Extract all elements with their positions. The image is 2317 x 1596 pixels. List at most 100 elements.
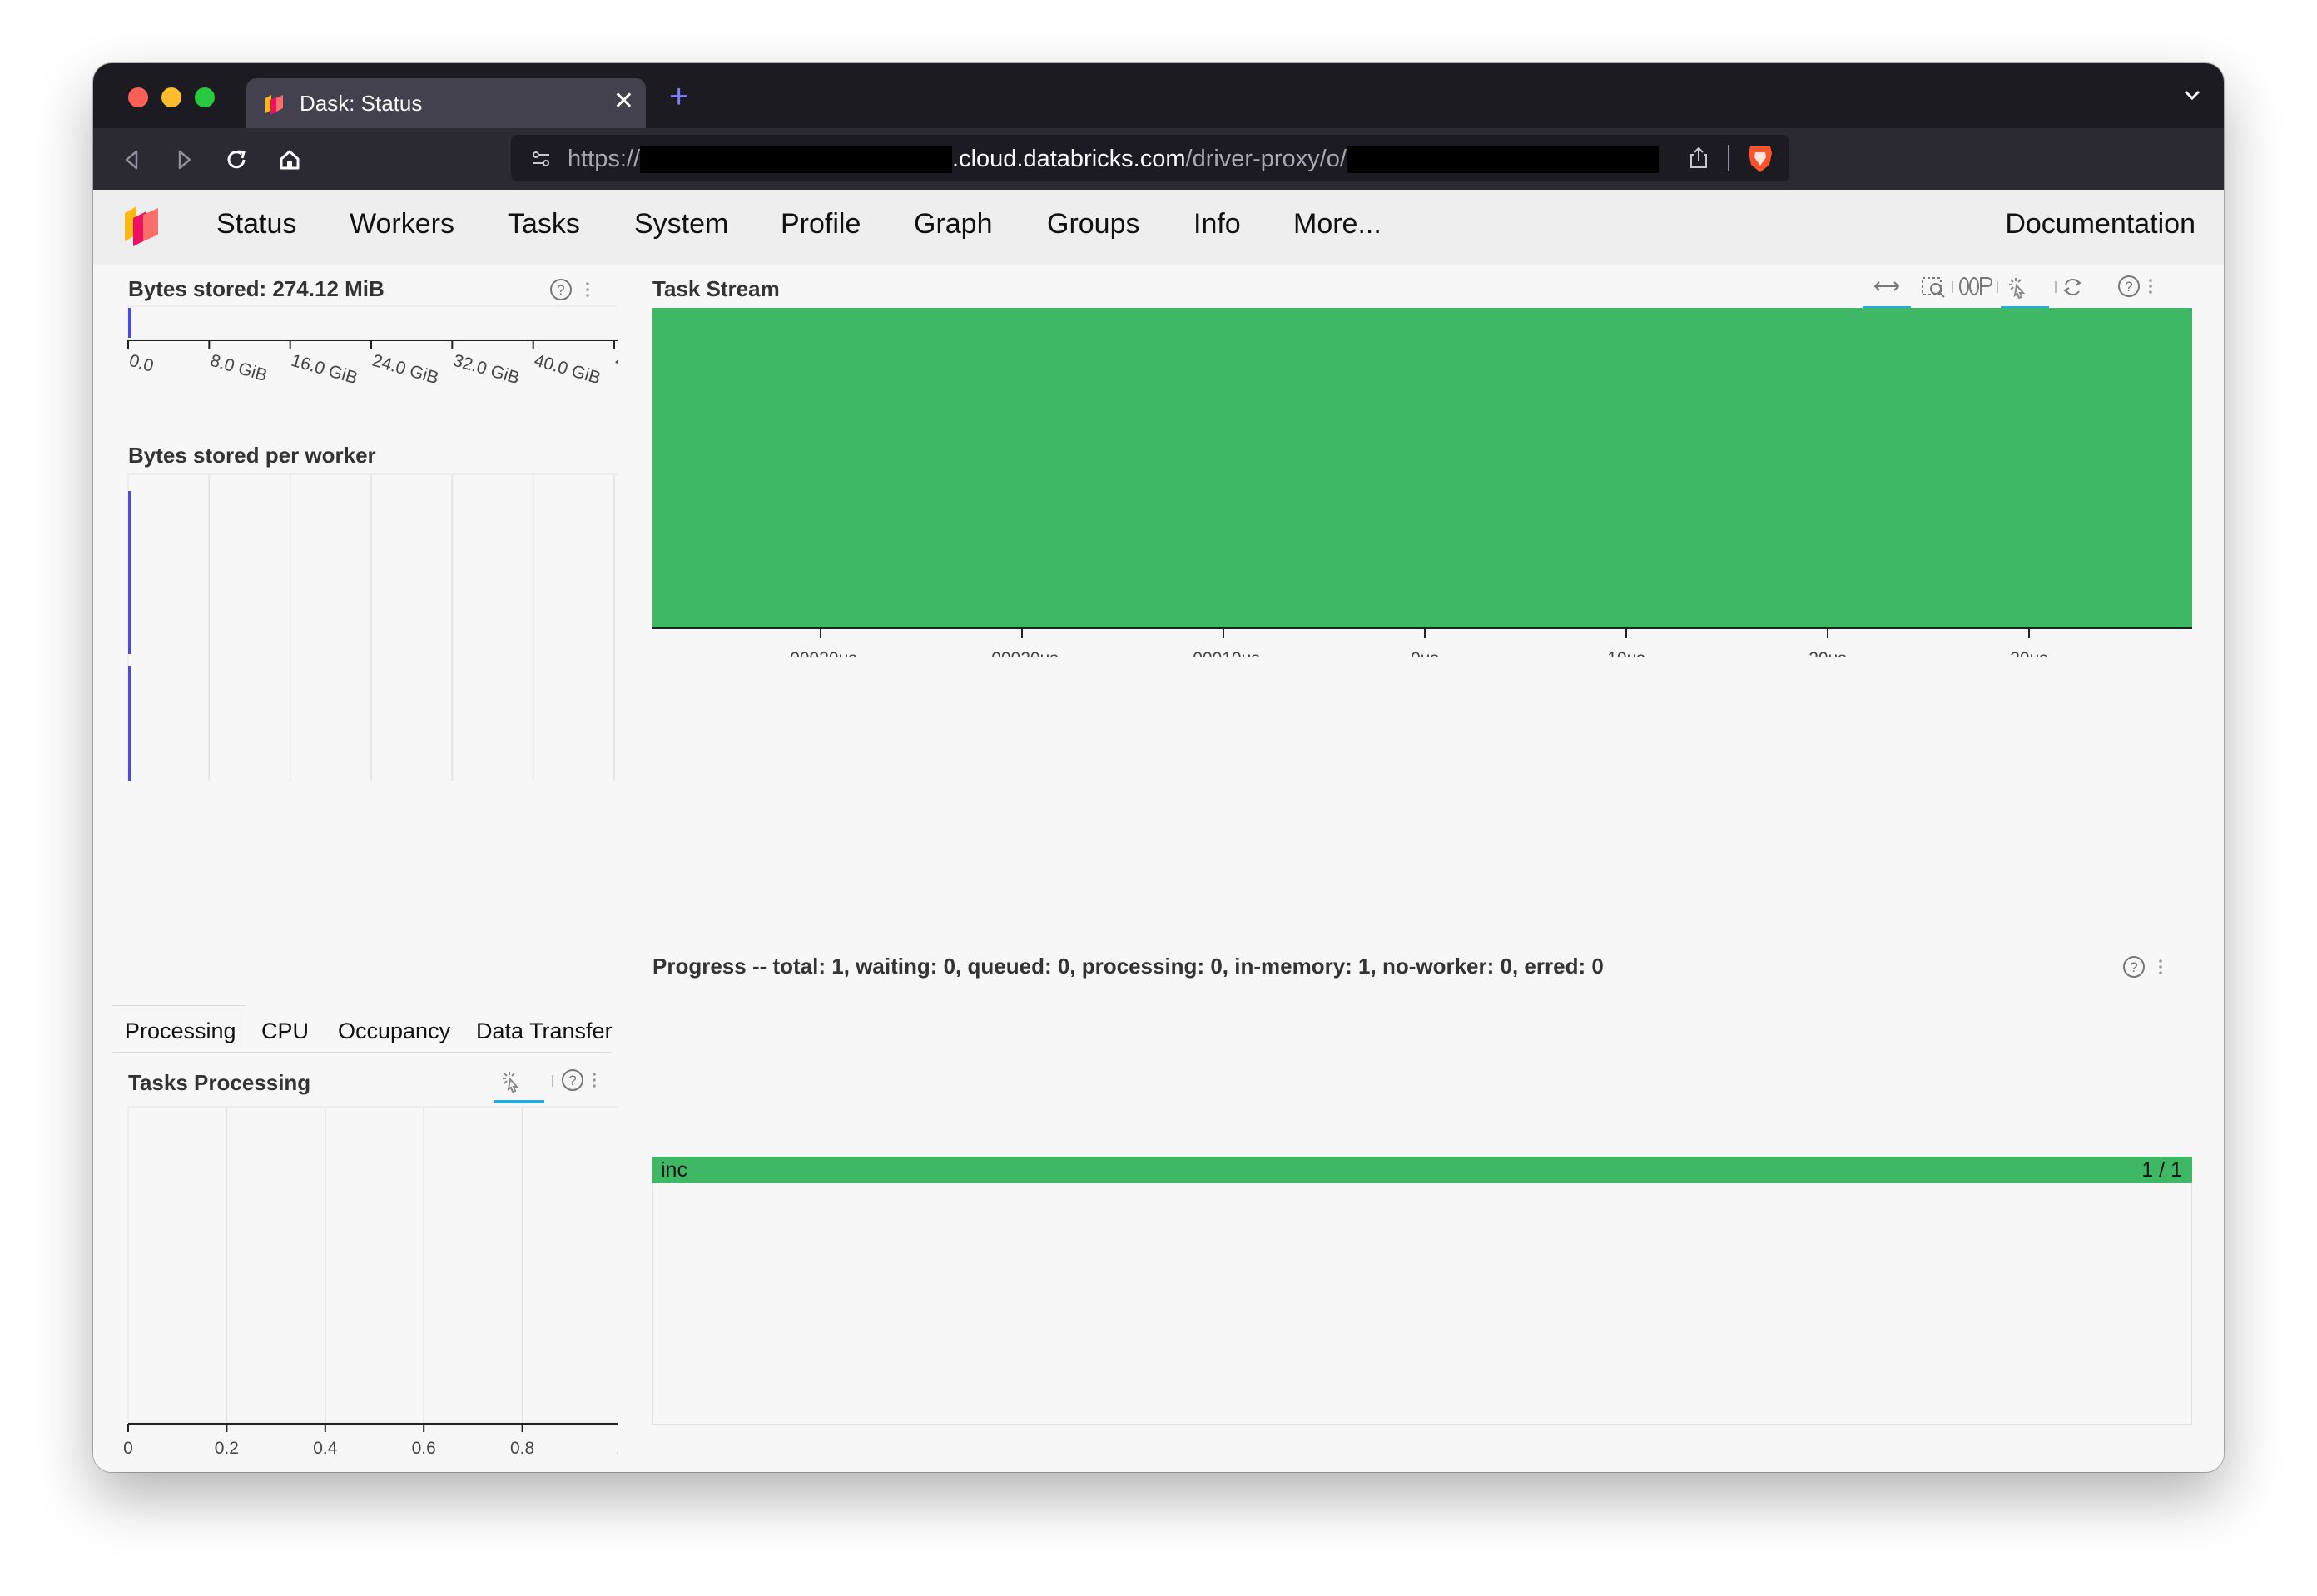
tab-close-icon[interactable]: ✕ <box>613 87 634 116</box>
reset-icon[interactable] <box>2063 279 2081 295</box>
maximize-window-button[interactable] <box>195 87 215 107</box>
toolbar-menu-icon[interactable] <box>2159 959 2162 974</box>
bytes-per-worker-chart: 0.04.0 GiB8.0 GiB12.0 GiB16.0 GiB20.0 Gi… <box>127 473 618 781</box>
nav-workers[interactable]: Workers <box>350 208 454 240</box>
svg-text:?: ? <box>568 1073 576 1088</box>
brave-shields-icon[interactable] <box>1746 143 1774 175</box>
axis-tick-label: 1 <box>616 1439 618 1455</box>
progress-task-count: 1 / 1 <box>2141 1158 2182 1182</box>
url-scheme: https:// <box>568 146 641 172</box>
bytes-stored-title: Bytes stored: 274.12 MiB <box>128 276 385 301</box>
toolbar-menu-icon[interactable] <box>2149 279 2152 294</box>
nav-more[interactable]: More... <box>1293 208 1382 240</box>
forward-icon[interactable] <box>168 143 201 176</box>
toolbar-menu-icon[interactable] <box>593 1073 596 1088</box>
title-bar: Dask: Status ✕ + <box>93 63 2224 128</box>
box-zoom-icon[interactable] <box>1922 277 1945 298</box>
url-domain: .cloud.databricks.com <box>952 146 1186 172</box>
nav-system[interactable]: System <box>634 208 728 240</box>
active-tool-indicator <box>494 1100 544 1103</box>
hover-tool-icon[interactable] <box>503 1072 519 1093</box>
navigation-toolbar: https:// .cloud.databricks.com/driver-pro… <box>93 128 2224 190</box>
close-window-button[interactable] <box>128 87 148 107</box>
nav-status[interactable]: Status <box>216 208 296 240</box>
wheel-zoom-icon[interactable] <box>1959 277 1992 295</box>
bytes-stored-toolbar: ? <box>550 279 589 300</box>
axis-tick-label: -00010us <box>1187 649 1260 657</box>
nav-documentation[interactable]: Documentation <box>2005 208 2195 240</box>
svg-text:?: ? <box>2130 959 2137 975</box>
task-stream-title: Task Stream <box>652 276 780 301</box>
reload-icon[interactable] <box>220 143 253 176</box>
browser-window: Dask: Status ✕ + https:// .cloud.databri… <box>93 63 2224 1472</box>
axis-tick-label: -00030us <box>784 649 857 657</box>
progress-toolbar: ? <box>2123 956 2162 978</box>
nav-tasks[interactable]: Tasks <box>508 208 580 240</box>
dashboard-content: Bytes stored: 274.12 MiB ? 0.0 8.0 GiB 16.… <box>93 265 2224 1472</box>
dask-favicon-icon <box>265 95 283 115</box>
dask-logo-icon[interactable] <box>122 201 163 251</box>
tab-cpu[interactable]: CPU <box>261 1019 309 1044</box>
axis-tick-label: 0.2 <box>215 1439 239 1455</box>
axis-tick-label: 24.0 GiB <box>370 351 441 389</box>
axis-tick-label: 40.0 GiB <box>532 351 603 389</box>
tab-occupancy[interactable]: Occupancy <box>338 1019 450 1044</box>
bytes-per-worker-title: Bytes stored per worker <box>128 443 376 468</box>
url-path: /driver-proxy/o/ <box>1185 146 1347 172</box>
browser-tab[interactable]: Dask: Status ✕ <box>246 78 646 128</box>
axis-tick-label: 0.4 <box>313 1439 338 1455</box>
worker-bar <box>128 491 131 654</box>
new-tab-icon[interactable]: + <box>669 78 688 115</box>
pan-tool-icon[interactable] <box>1873 281 1900 291</box>
tab-data-transfer[interactable]: Data Transfer <box>476 1019 613 1044</box>
help-icon[interactable]: ? <box>2118 275 2140 297</box>
help-icon[interactable]: ? <box>2123 956 2145 978</box>
redacted-block <box>640 146 953 174</box>
dask-navbar: Status Workers Tasks System Profile Grap… <box>93 190 2224 265</box>
back-icon[interactable] <box>115 143 148 176</box>
axis-tick-label: 32.0 GiB <box>451 351 522 389</box>
axis-tick-label: 0us <box>1411 649 1439 657</box>
axis-tick-label: 0 <box>123 1439 133 1455</box>
nav-graph[interactable]: Graph <box>914 208 993 240</box>
minimize-window-button[interactable] <box>161 87 181 107</box>
help-icon[interactable]: ? <box>562 1069 583 1091</box>
svg-text:?: ? <box>2125 279 2132 295</box>
tab-list-chevron-icon[interactable] <box>2181 83 2204 107</box>
axis-tick-label: 30us <box>2010 649 2048 657</box>
tabs-border <box>112 1052 611 1053</box>
tasks-processing-toolbar: ? <box>494 1069 596 1103</box>
nav-profile[interactable]: Profile <box>781 208 861 240</box>
task-stream-block[interactable] <box>652 308 2192 627</box>
home-icon[interactable] <box>273 143 306 176</box>
axis-tick-label: 0.0 <box>127 351 156 376</box>
tasks-processing-title: Tasks Processing <box>128 1070 311 1095</box>
axis-tick-label: 10us <box>1607 649 1645 657</box>
progress-panel <box>652 1157 2192 1425</box>
toolbar-menu-icon[interactable] <box>586 282 589 297</box>
bytes-stored-bar <box>128 308 131 338</box>
progress-task-name: inc <box>661 1158 687 1182</box>
site-settings-icon[interactable] <box>529 147 553 171</box>
axis-tick-label: 0.8 <box>510 1439 534 1455</box>
axis-tick-label: 16.0 GiB <box>289 351 360 389</box>
svg-text:?: ? <box>557 282 564 298</box>
axis-tick-label: -00020us <box>985 649 1059 657</box>
progress-title: Progress -- total: 1, waiting: 0, queued… <box>652 954 1604 979</box>
axis-tick-label: 20us <box>1808 649 1847 657</box>
url-divider <box>1728 145 1729 171</box>
help-icon[interactable]: ? <box>550 279 572 300</box>
nav-groups[interactable]: Groups <box>1047 208 1140 240</box>
progress-bar-inc[interactable]: inc 1 / 1 <box>652 1157 2192 1183</box>
axis-tick-label: 0.6 <box>412 1439 436 1455</box>
axis-tick-label: 48.0 GiB <box>613 351 618 389</box>
task-stream-toolbar: ? <box>1863 275 2152 310</box>
bytes-stored-chart: 0.0 8.0 GiB 16.0 GiB 24.0 GiB 32.0 GiB 40.0 G… <box>127 305 618 389</box>
share-icon[interactable] <box>1686 145 1711 171</box>
url-bar[interactable]: https:// .cloud.databricks.com/driver-pro… <box>511 135 1789 181</box>
worker-bar <box>128 666 131 781</box>
tasks-processing-chart: 0 0.2 0.4 0.6 0.8 1 <box>123 1106 618 1455</box>
hover-tool-icon[interactable] <box>2009 278 2026 300</box>
tab-processing[interactable]: Processing <box>125 1019 236 1044</box>
nav-info[interactable]: Info <box>1193 208 1241 240</box>
